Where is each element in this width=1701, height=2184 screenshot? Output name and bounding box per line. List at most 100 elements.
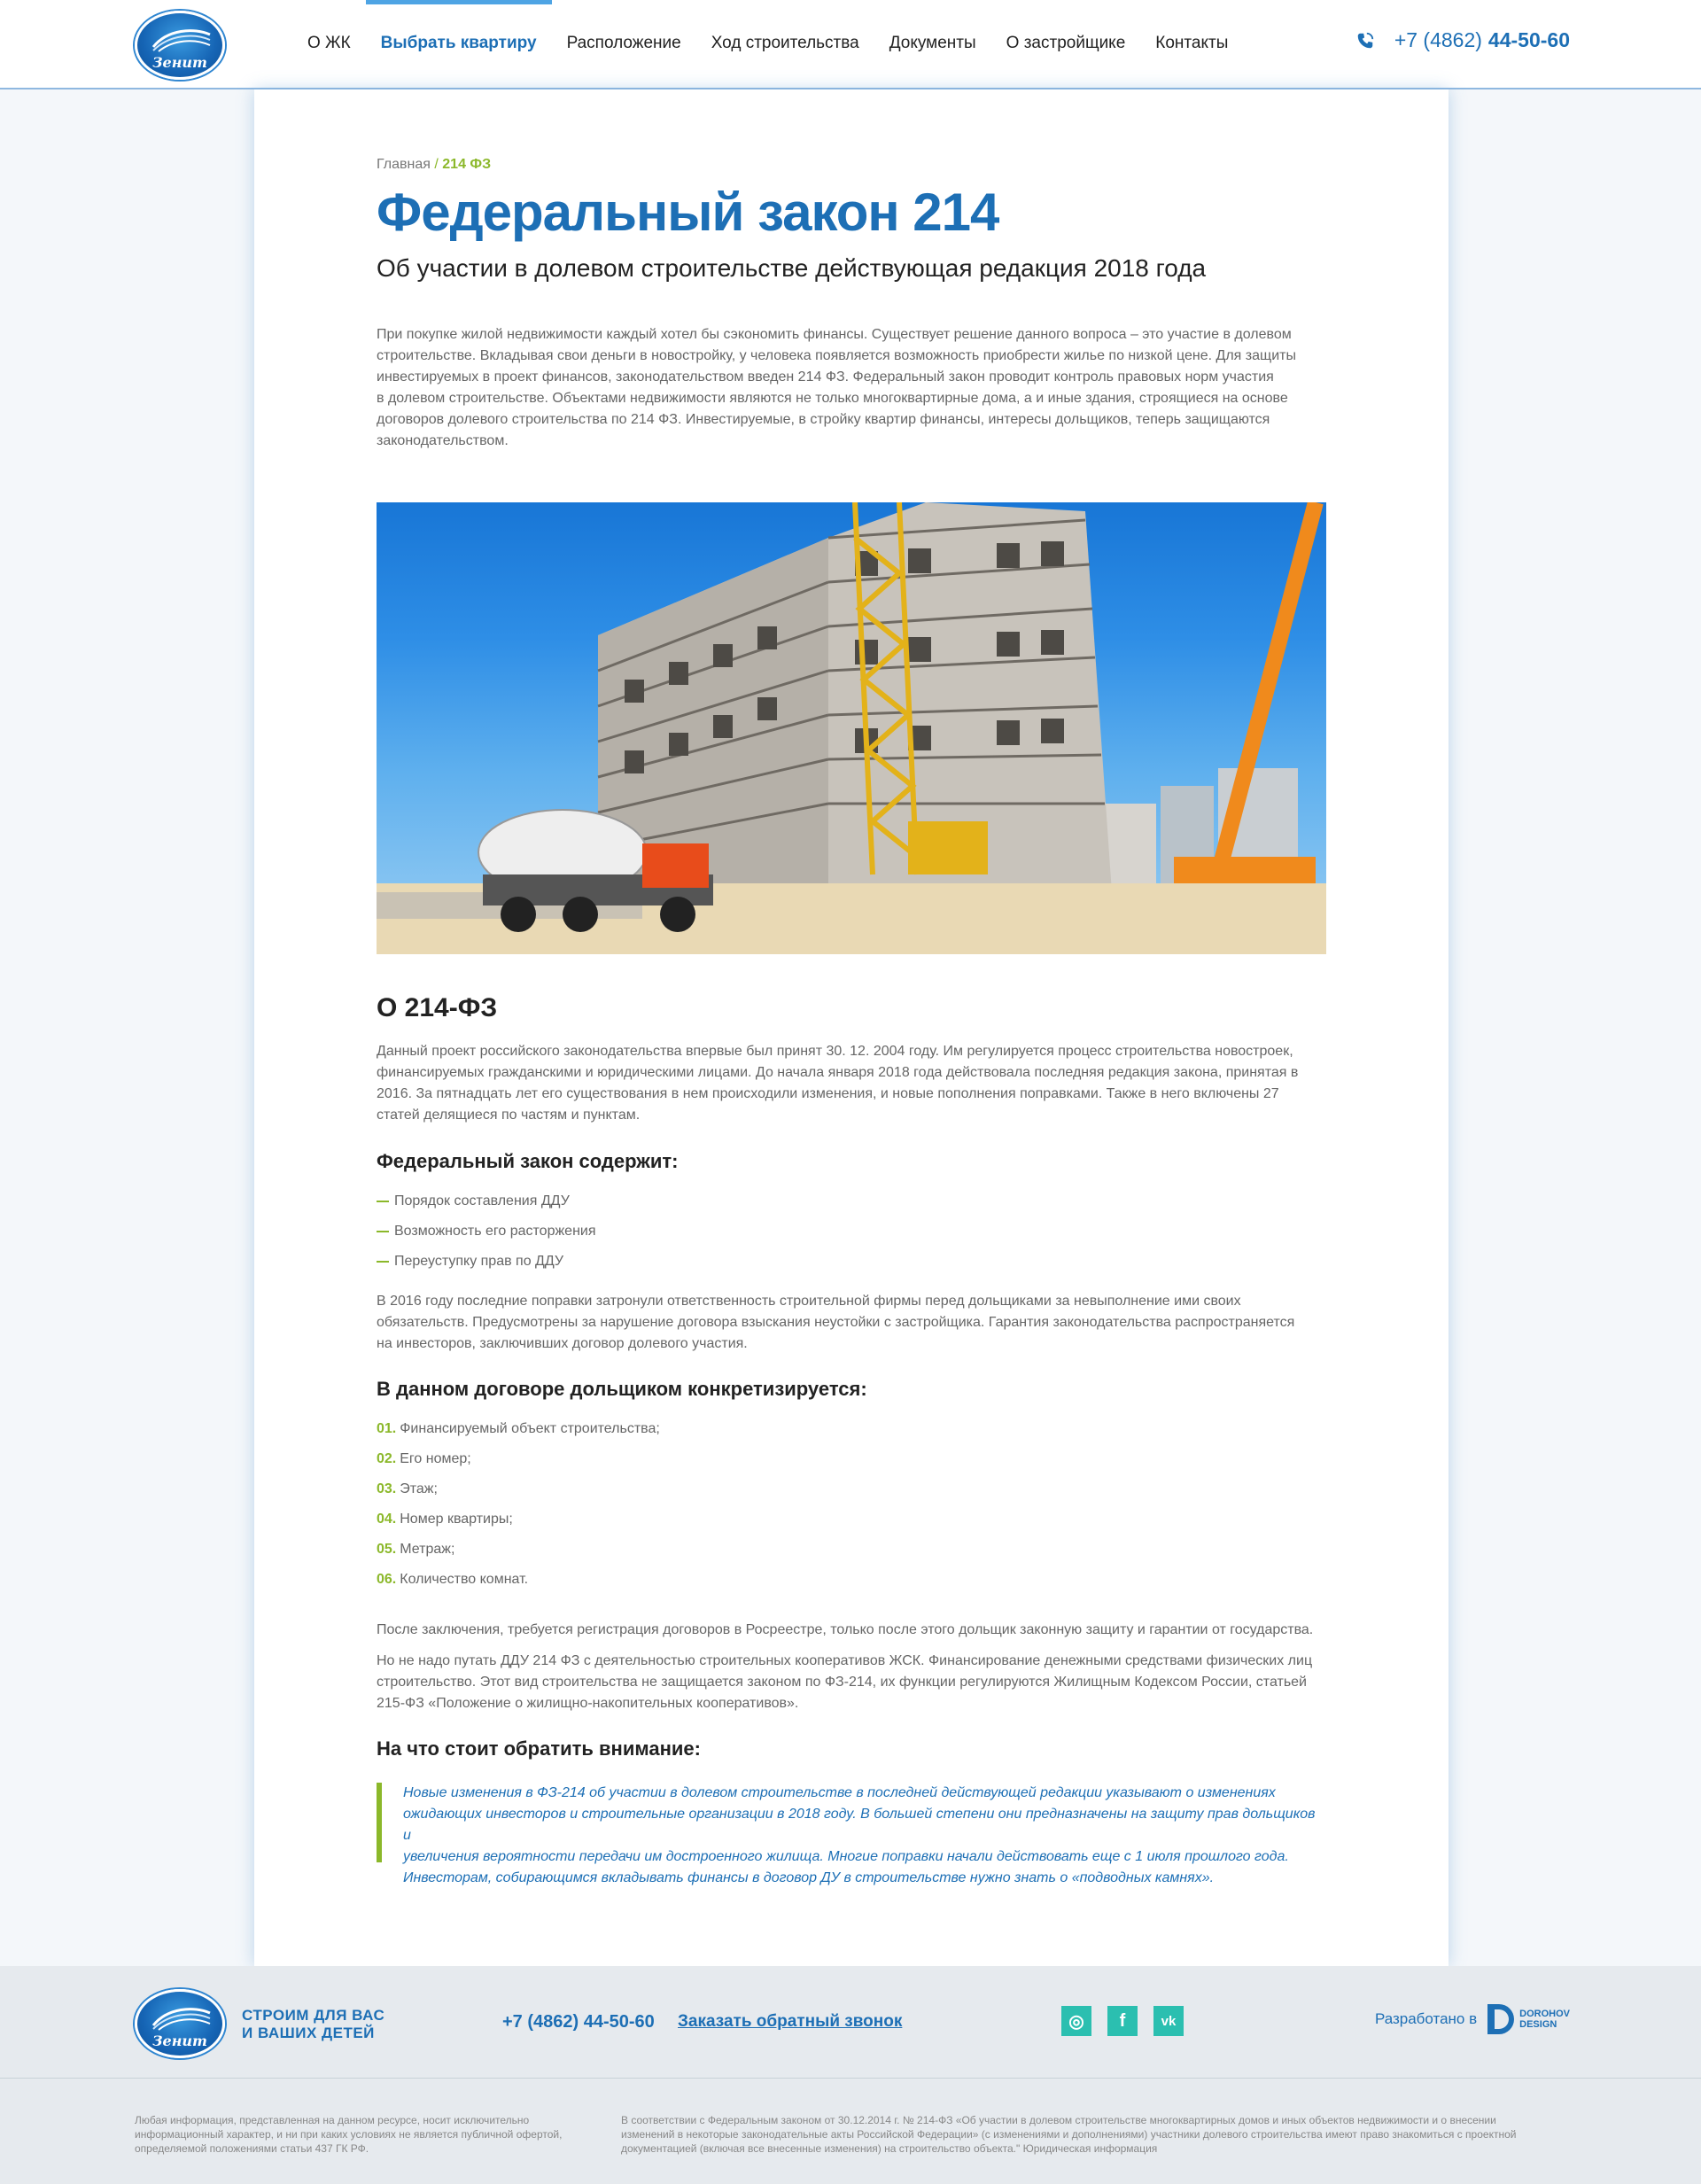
footer-logo[interactable]: Зенит: [135, 1989, 225, 2058]
item-number: 05.: [377, 1542, 397, 1557]
nav-item-choose-apartment[interactable]: Выбрать квартиру: [365, 0, 552, 89]
logo[interactable]: Зенит: [135, 11, 225, 80]
main-nav: О ЖК Выбрать квартиру Расположение Ход с…: [292, 0, 1243, 89]
numbered-item: 06. Количество комнат.: [377, 1572, 528, 1588]
amendments-line: В 2016 году последние поправки затронули…: [377, 1294, 1241, 1309]
amendments-line: на инвесторов, заключивших договор долев…: [377, 1336, 748, 1351]
numbered-item: 04. Номер квартиры;: [377, 1512, 513, 1527]
quote-line: Инвесторам, собирающимся вкладывать фина…: [403, 1870, 1215, 1885]
legal-line: документацией (включая все внесенные изм…: [621, 2142, 1158, 2155]
legal-line: информационный характер, и ни при каких …: [135, 2128, 563, 2141]
slogan-line: И ВАШИХ ДЕТЕЙ: [242, 2025, 375, 2041]
intro-line: договоров долевого строительства по 214 …: [377, 412, 1270, 427]
contains-title: Федеральный закон содержит:: [377, 1150, 679, 1172]
legal-214-notice: В соответствии с Федеральным законом от …: [621, 2113, 1569, 2156]
instagram-icon[interactable]: ◎: [1061, 2006, 1091, 2036]
facebook-icon[interactable]: f: [1107, 2006, 1138, 2036]
breadcrumb-home[interactable]: Главная: [377, 157, 431, 172]
nav-item-documents[interactable]: Документы: [874, 0, 991, 89]
d-letter-icon: [1487, 2004, 1515, 2034]
registration-paragraph: После заключения, требуется регистрация …: [377, 1622, 1314, 1637]
about-line: 2016. За пятнадцать лет его существовани…: [377, 1086, 1279, 1101]
nav-item-developer[interactable]: О застройщике: [991, 0, 1141, 89]
phone-number: 44-50-60: [1487, 28, 1570, 51]
logo-waves-icon: [151, 29, 211, 52]
dash-bullet-icon: [377, 1230, 389, 1232]
item-number: 04.: [377, 1512, 397, 1527]
intro-line: инвестируемых в проект финансов, законод…: [377, 369, 1274, 385]
item-number: 03.: [377, 1481, 397, 1496]
quote-line: Новые изменения в ФЗ-214 об участии в до…: [403, 1785, 1276, 1800]
amendments-paragraph: В 2016 году последние поправки затронули…: [377, 1291, 1326, 1355]
item-text: Этаж;: [400, 1481, 438, 1496]
dev-name-line: DESIGN: [1519, 2019, 1557, 2030]
developed-by-label: Разработано в: [1374, 2010, 1478, 2027]
highlight-quote: Новые изменения в ФЗ-214 об участии в до…: [377, 1783, 1326, 1885]
intro-line: строительстве. Вкладывая свои деньги в н…: [377, 348, 1296, 363]
construction-illustration: [377, 502, 1326, 954]
legal-line: Любая информация, представленная на данн…: [135, 2114, 530, 2126]
header-phone[interactable]: +7 (4862) 44-50-60: [1355, 28, 1570, 52]
site-header: Зенит О ЖК Выбрать квартиру Расположение…: [0, 0, 1701, 89]
item-text: Метраж;: [400, 1542, 455, 1557]
breadcrumb-current: 214 ФЗ: [442, 157, 492, 172]
quote-line: ожидающих инвесторов и строительные орга…: [403, 1807, 1316, 1843]
dev-name: DOROHOV DESIGN: [1519, 2009, 1570, 2030]
item-text: Его номер;: [400, 1451, 471, 1466]
cooperatives-line: 215-ФЗ «Положение о жилищно-накопительны…: [377, 1696, 799, 1711]
item-number: 02.: [377, 1451, 397, 1466]
nav-item-contacts[interactable]: Контакты: [1140, 0, 1243, 89]
nav-item-location[interactable]: Расположение: [552, 0, 696, 89]
dash-bullet-icon: [377, 1200, 389, 1202]
callback-link[interactable]: Заказать обратный звонок: [678, 2012, 902, 2032]
cooperatives-paragraph: Но не надо путать ДДУ 214 ФЗ с деятельно…: [377, 1651, 1326, 1714]
quote-line: увеличения вероятности передачи им достр…: [403, 1849, 1289, 1864]
breadcrumb: Главная / 214 ФЗ: [377, 157, 491, 173]
attention-title: На что стоит обратить внимание:: [377, 1737, 701, 1760]
breadcrumb-separator: /: [434, 157, 439, 172]
page-title: Федеральный закон 214: [377, 183, 999, 242]
logo-waves-icon: [151, 2008, 211, 2031]
slogan-line: СТРОИМ ДЛЯ ВАС: [242, 2007, 385, 2024]
item-number: 01.: [377, 1421, 397, 1436]
item-number: 06.: [377, 1572, 397, 1587]
nav-item-about[interactable]: О ЖК: [292, 0, 366, 89]
content-card: Главная / 214 ФЗ Федеральный закон 214 О…: [254, 89, 1449, 1966]
list-item-text: Возможность его расторжения: [394, 1224, 596, 1239]
cooperatives-line: строительство. Этот вид строительства не…: [377, 1675, 1307, 1690]
footer-phone[interactable]: +7 (4862) 44-50-60: [502, 2012, 655, 2032]
numbered-item: 02. Его номер;: [377, 1451, 471, 1467]
intro-line: в долевом строительстве. Объектами недви…: [377, 391, 1288, 406]
page-subtitle: Об участии в долевом строительстве дейст…: [377, 254, 1207, 282]
numbered-item: 01. Финансируемый объект строительства;: [377, 1421, 660, 1437]
specifies-title: В данном договоре дольщиком конкретизиру…: [377, 1378, 867, 1400]
phone-prefix: +7 (4862): [1394, 28, 1482, 51]
logo-text: Зенит: [152, 2032, 207, 2049]
list-item-text: Переуступку прав по ДДУ: [394, 1254, 564, 1269]
nav-item-construction[interactable]: Ход строительства: [696, 0, 874, 89]
intro-line: При покупке жилой недвижимости каждый хо…: [377, 327, 1292, 342]
cooperatives-line: Но не надо путать ДДУ 214 ФЗ с деятельно…: [377, 1653, 1313, 1668]
footer-top: Зенит СТРОИМ ДЛЯ ВАС И ВАШИХ ДЕТЕЙ +7 (4…: [0, 1966, 1701, 2079]
about-line: финансируемых гражданскими и юридическим…: [377, 1065, 1299, 1080]
legal-line: В соответствии с Федеральным законом от …: [621, 2114, 1496, 2126]
legal-disclaimer: Любая информация, представленная на данн…: [135, 2113, 595, 2156]
intro-paragraph: При покупке жилой недвижимости каждый хо…: [377, 324, 1326, 452]
legal-line: определяемой положениями статьи 437 ГК Р…: [135, 2142, 369, 2155]
about-paragraph: Данный проект российского законодательст…: [377, 1041, 1326, 1126]
footer-slogan: СТРОИМ ДЛЯ ВАС И ВАШИХ ДЕТЕЙ: [242, 2007, 384, 2042]
list-item: Порядок составления ДДУ: [377, 1193, 570, 1209]
list-item: Переуступку прав по ДДУ: [377, 1254, 563, 1270]
dev-name-line: DOROHOV: [1519, 2009, 1570, 2019]
about-line: статей делящиеся по частям и пунктам.: [377, 1108, 641, 1123]
item-text: Номер квартиры;: [400, 1512, 513, 1527]
list-item-text: Порядок составления ДДУ: [394, 1193, 570, 1209]
list-item: Возможность его расторжения: [377, 1224, 596, 1240]
section-title-about: О 214-ФЗ: [377, 993, 498, 1022]
vk-icon[interactable]: vk: [1153, 2006, 1184, 2036]
logo-text: Зенит: [152, 54, 207, 71]
dorohov-design-logo: DOROHOV DESIGN: [1487, 2004, 1570, 2034]
developer-credit[interactable]: Разработано в DOROHOV DESIGN: [1375, 2004, 1570, 2034]
about-line: Данный проект российского законодательст…: [377, 1044, 1293, 1059]
phone-icon: [1357, 32, 1373, 48]
